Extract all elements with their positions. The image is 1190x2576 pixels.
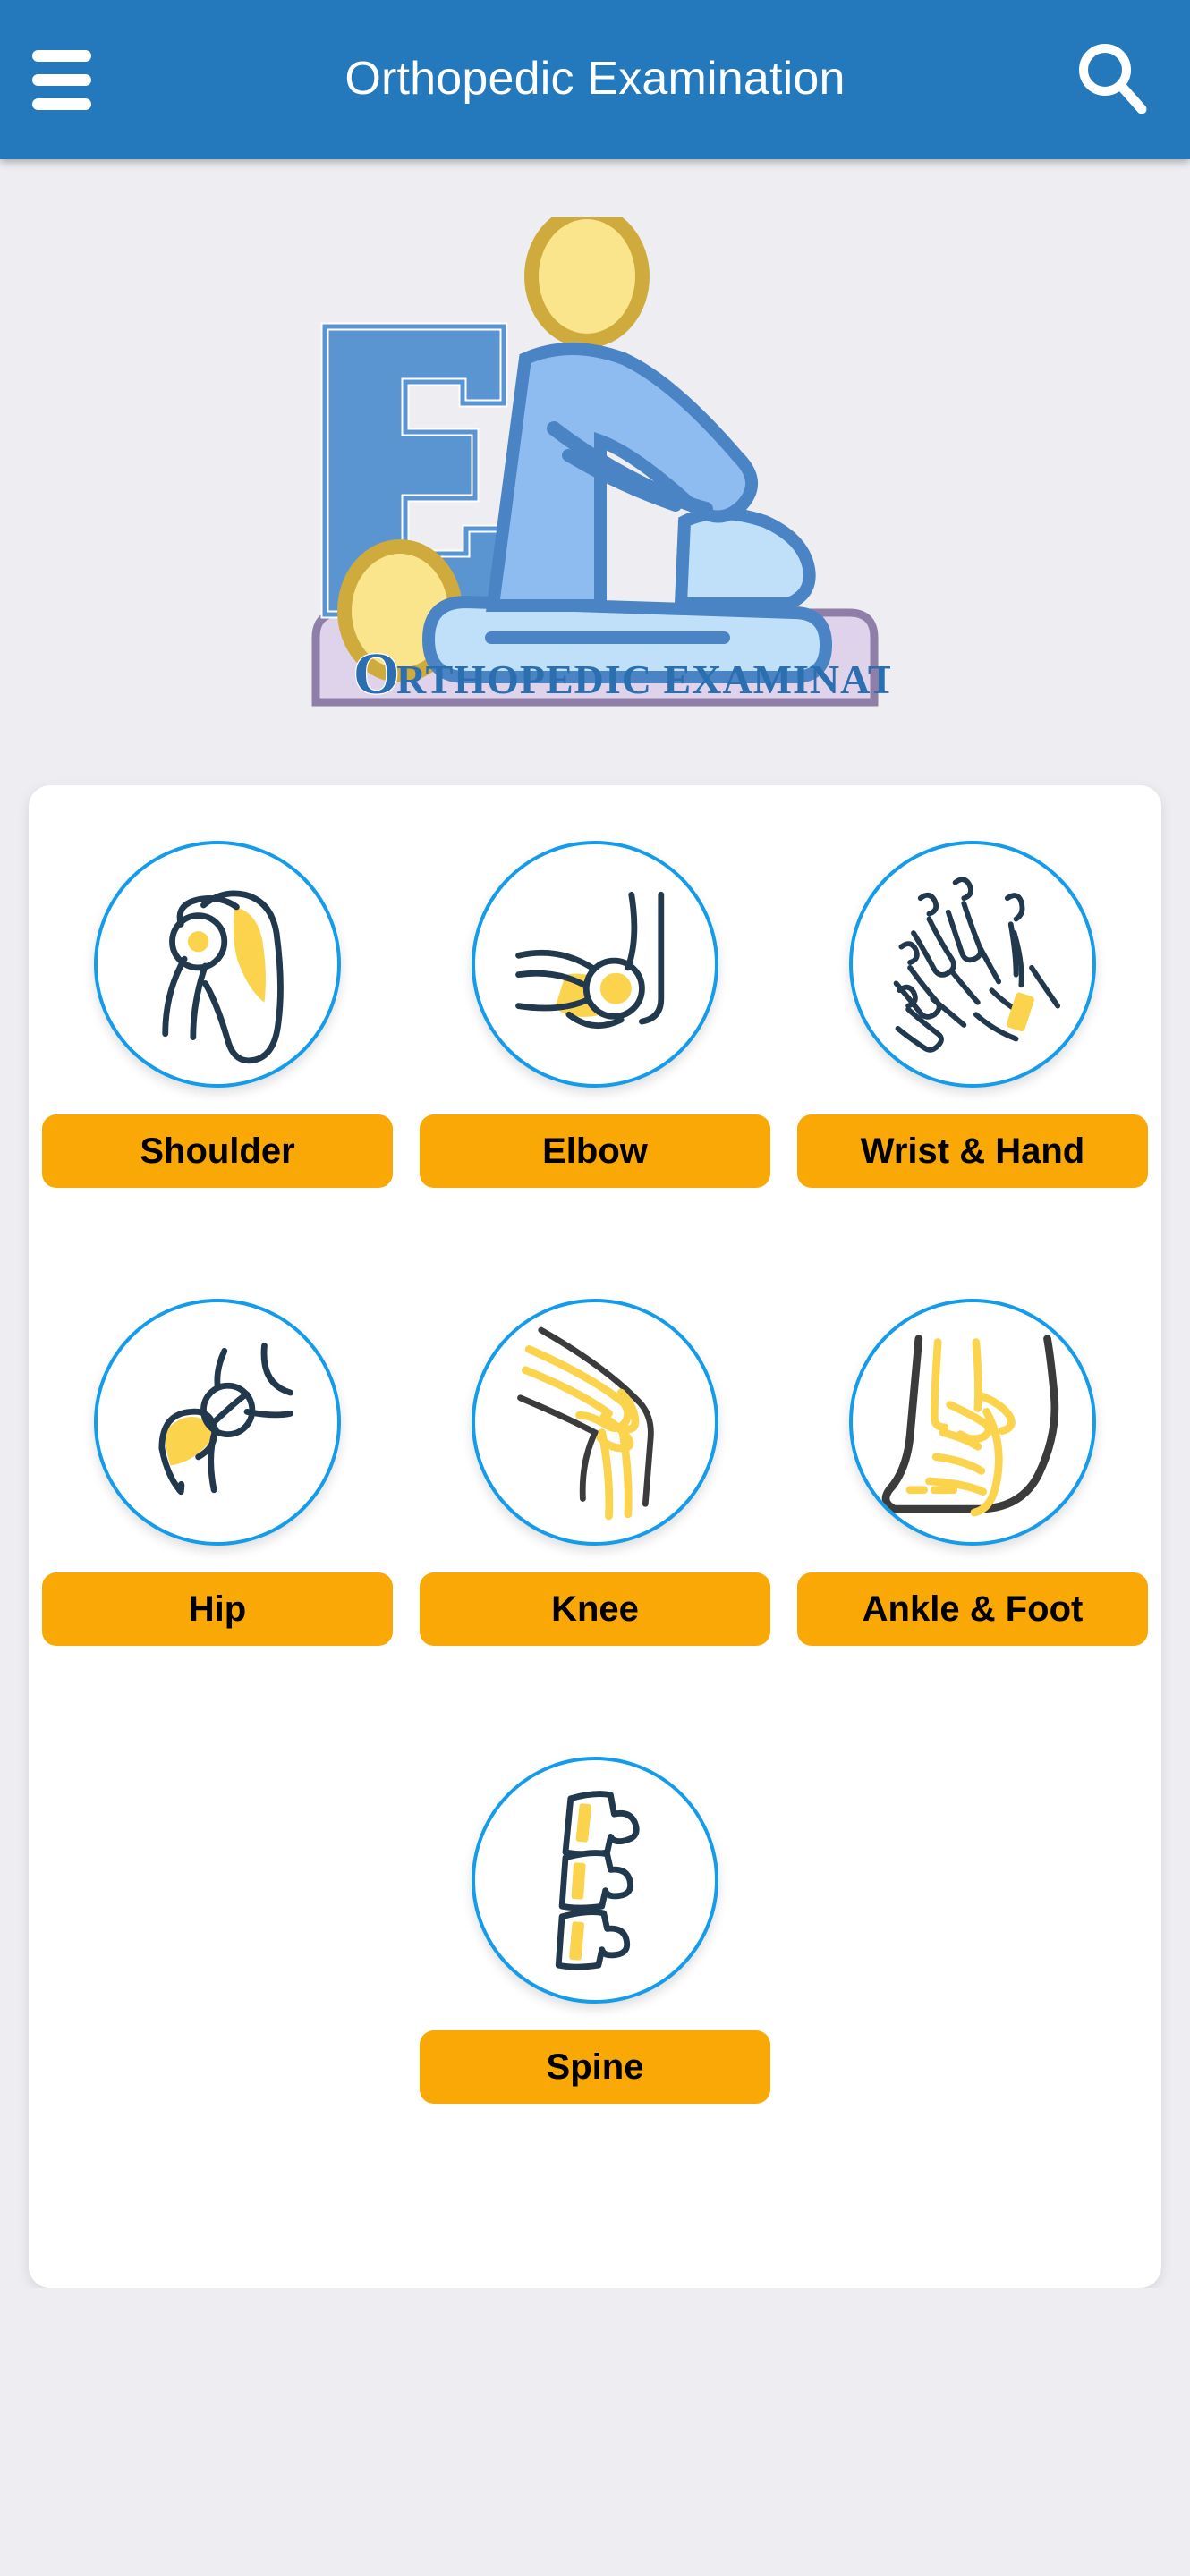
page-bottom-spacer — [0, 2288, 1190, 2576]
search-icon[interactable] — [1072, 38, 1154, 120]
hip-joint-icon[interactable] — [94, 1299, 341, 1546]
foot-skeleton-icon[interactable] — [849, 1299, 1096, 1546]
hand-skeleton-icon[interactable] — [849, 841, 1096, 1088]
body-parts-row-2: Hip Knee Ankle & Foot — [29, 1299, 1161, 1646]
app-bar: Orthopedic Examination — [0, 0, 1190, 159]
body-parts-card: Shoulder Elbow Wrist & Hand Hip Knee Ank… — [29, 785, 1161, 2288]
body-parts-row-3: Spine — [29, 1757, 1161, 2104]
body-part-button-shoulder[interactable]: Shoulder — [42, 1114, 393, 1188]
body-part-button-spine[interactable]: Spine — [420, 2030, 770, 2104]
body-parts-row-1: Shoulder Elbow Wrist & Hand — [29, 841, 1161, 1188]
app-logo: O RTHOPEDIC EXAMINATION — [0, 159, 1190, 776]
body-part-button-ankle-foot[interactable]: Ankle & Foot — [797, 1572, 1148, 1646]
body-part-button-knee[interactable]: Knee — [420, 1572, 770, 1646]
body-part-button-elbow[interactable]: Elbow — [420, 1114, 770, 1188]
body-part-item-ankle-foot[interactable]: Ankle & Foot — [784, 1299, 1161, 1646]
spine-vertebrae-icon[interactable] — [472, 1757, 718, 2004]
page-title: Orthopedic Examination — [344, 53, 846, 105]
body-part-item-elbow[interactable]: Elbow — [406, 841, 784, 1188]
body-part-item-knee[interactable]: Knee — [406, 1299, 784, 1646]
body-part-item-shoulder[interactable]: Shoulder — [29, 841, 406, 1188]
elbow-joint-icon[interactable] — [472, 841, 718, 1088]
body-part-item-spine[interactable]: Spine — [406, 1757, 784, 2104]
examiner-head — [524, 217, 650, 348]
logo-banner-text: RTHOPEDIC EXAMINATION — [396, 657, 890, 702]
knee-joint-icon[interactable] — [472, 1299, 718, 1546]
logo-banner-initial: O — [353, 641, 399, 707]
body-part-button-hip[interactable]: Hip — [42, 1572, 393, 1646]
body-part-button-wrist-hand[interactable]: Wrist & Hand — [797, 1114, 1148, 1188]
body-part-item-wrist-hand[interactable]: Wrist & Hand — [784, 841, 1161, 1188]
logo-artwork: O RTHOPEDIC EXAMINATION — [311, 217, 890, 708]
body-part-item-hip[interactable]: Hip — [29, 1299, 406, 1646]
shoulder-joint-icon[interactable] — [94, 841, 341, 1088]
